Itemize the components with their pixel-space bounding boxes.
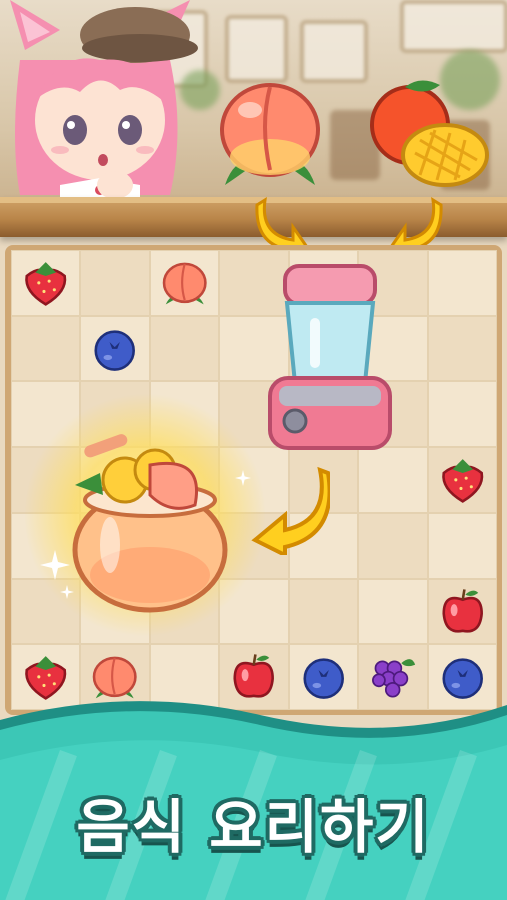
blueberry-icon[interactable] (87, 323, 142, 375)
board-cell[interactable] (427, 381, 497, 448)
sparkle-icon (235, 470, 251, 486)
sparkle-icon (40, 550, 70, 580)
board-cell[interactable] (427, 250, 497, 316)
peach-icon[interactable] (157, 257, 212, 309)
board-cell[interactable] (11, 250, 81, 316)
peach-icon[interactable] (215, 75, 325, 190)
apple-icon[interactable] (435, 586, 490, 638)
blender-icon[interactable] (265, 258, 395, 453)
board-cell[interactable] (11, 315, 81, 382)
chef-girl-character (10, 0, 198, 205)
board-cell[interactable] (427, 512, 497, 579)
board-cell[interactable] (80, 250, 150, 316)
board-cell[interactable] (358, 578, 428, 645)
board-cell[interactable] (358, 512, 428, 579)
board-cell[interactable] (149, 315, 220, 382)
board-cell[interactable] (427, 447, 497, 513)
peach-juice-icon[interactable] (65, 425, 235, 615)
banner-title: 음식 요리하기 (76, 793, 431, 861)
sparkle-icon (60, 585, 74, 599)
board-cell[interactable] (427, 578, 497, 645)
strawberry-icon[interactable] (18, 257, 73, 309)
arrow-to-result-icon (251, 466, 330, 555)
board-cell[interactable] (149, 250, 220, 316)
strawberry-icon[interactable] (435, 454, 490, 506)
board-cell[interactable] (80, 315, 150, 382)
board-cell[interactable] (427, 315, 497, 382)
board-cell[interactable] (288, 578, 359, 645)
board-cell[interactable] (358, 447, 428, 513)
mango-orange-icon[interactable] (365, 75, 490, 190)
game-scene: 음식 요리하기 (0, 0, 507, 900)
